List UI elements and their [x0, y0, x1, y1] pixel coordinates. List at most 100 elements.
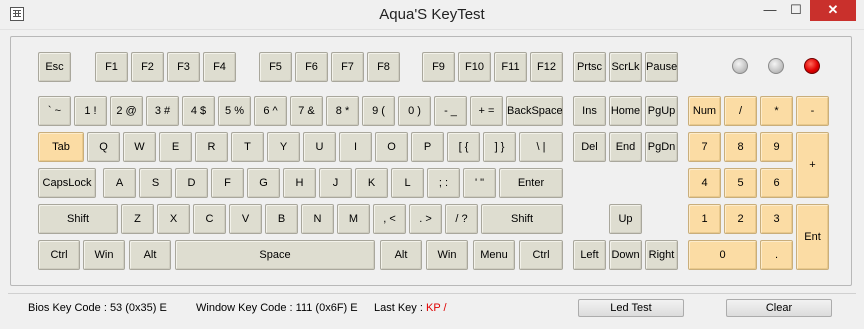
key-right-win[interactable]: Win [426, 240, 468, 270]
key-left-alt[interactable]: Alt [129, 240, 171, 270]
key-left-ctrl[interactable]: Ctrl [38, 240, 80, 270]
key-r[interactable]: R [195, 132, 228, 162]
key-enter[interactable]: Enter [499, 168, 563, 198]
key-tab[interactable]: Tab [38, 132, 84, 162]
key-capslock[interactable]: CapsLock [38, 168, 96, 198]
key-w[interactable]: W [123, 132, 156, 162]
key-prtsc[interactable]: Prtsc [573, 52, 606, 82]
key-o[interactable]: O [375, 132, 408, 162]
maximize-button[interactable]: ☐ [783, 0, 809, 21]
key-comma[interactable]: , < [373, 204, 406, 234]
key-minus[interactable]: - _ [434, 96, 467, 126]
key-l[interactable]: L [391, 168, 424, 198]
key-pgdn[interactable]: PgDn [645, 132, 678, 162]
key-f2[interactable]: F2 [131, 52, 164, 82]
key-rbracket[interactable]: ] } [483, 132, 516, 162]
key-i[interactable]: I [339, 132, 372, 162]
key-num-0[interactable]: 0 [688, 240, 757, 270]
key-m[interactable]: M [337, 204, 370, 234]
key-f[interactable]: F [211, 168, 244, 198]
key-right-alt[interactable]: Alt [380, 240, 422, 270]
key-num-add[interactable]: + [796, 132, 829, 198]
key-num-enter[interactable]: Ent [796, 204, 829, 270]
key-g[interactable]: G [247, 168, 280, 198]
key-end[interactable]: End [609, 132, 642, 162]
key-k[interactable]: K [355, 168, 388, 198]
key-equal[interactable]: + = [470, 96, 503, 126]
key-slash[interactable]: / ? [445, 204, 478, 234]
key-x[interactable]: X [157, 204, 190, 234]
key-2[interactable]: 2 @ [110, 96, 143, 126]
key-6[interactable]: 6 ^ [254, 96, 287, 126]
key-h[interactable]: H [283, 168, 316, 198]
key-home[interactable]: Home [609, 96, 642, 126]
key-left-win[interactable]: Win [83, 240, 125, 270]
key-space[interactable]: Space [175, 240, 375, 270]
key-up[interactable]: Up [609, 204, 642, 234]
key-ins[interactable]: Ins [573, 96, 606, 126]
key-f9[interactable]: F9 [422, 52, 455, 82]
key-num-3[interactable]: 3 [760, 204, 793, 234]
key-lbracket[interactable]: [ { [447, 132, 480, 162]
key-y[interactable]: Y [267, 132, 300, 162]
key-right-shift[interactable]: Shift [481, 204, 563, 234]
clear-button[interactable]: Clear [726, 299, 832, 317]
key-backslash[interactable]: \ | [519, 132, 563, 162]
key-left-shift[interactable]: Shift [38, 204, 118, 234]
key-t[interactable]: T [231, 132, 264, 162]
key-u[interactable]: U [303, 132, 336, 162]
key-pause[interactable]: Pause [645, 52, 678, 82]
key-f5[interactable]: F5 [259, 52, 292, 82]
key-e[interactable]: E [159, 132, 192, 162]
key-5[interactable]: 5 % [218, 96, 251, 126]
key-down[interactable]: Down [609, 240, 642, 270]
key-num-9[interactable]: 9 [760, 132, 793, 162]
key-num-7[interactable]: 7 [688, 132, 721, 162]
key-9[interactable]: 9 ( [362, 96, 395, 126]
key-esc[interactable]: Esc [38, 52, 71, 82]
key-f6[interactable]: F6 [295, 52, 328, 82]
key-period[interactable]: . > [409, 204, 442, 234]
key-4[interactable]: 4 $ [182, 96, 215, 126]
key-num-multiply[interactable]: * [760, 96, 793, 126]
key-s[interactable]: S [139, 168, 172, 198]
key-f1[interactable]: F1 [95, 52, 128, 82]
key-f7[interactable]: F7 [331, 52, 364, 82]
key-f12[interactable]: F12 [530, 52, 563, 82]
key-8[interactable]: 8 * [326, 96, 359, 126]
key-f4[interactable]: F4 [203, 52, 236, 82]
key-num-1[interactable]: 1 [688, 204, 721, 234]
key-q[interactable]: Q [87, 132, 120, 162]
minimize-button[interactable]: — [757, 0, 783, 21]
led-test-button[interactable]: Led Test [578, 299, 684, 317]
key-z[interactable]: Z [121, 204, 154, 234]
key-backtick[interactable]: ` ~ [38, 96, 71, 126]
key-semicolon[interactable]: ; : [427, 168, 460, 198]
key-num-subtract[interactable]: - [796, 96, 829, 126]
key-num-decimal[interactable]: . [760, 240, 793, 270]
key-scrlk[interactable]: ScrLk [609, 52, 642, 82]
key-del[interactable]: Del [573, 132, 606, 162]
key-pgup[interactable]: PgUp [645, 96, 678, 126]
key-3[interactable]: 3 # [146, 96, 179, 126]
key-j[interactable]: J [319, 168, 352, 198]
key-p[interactable]: P [411, 132, 444, 162]
key-num-2[interactable]: 2 [724, 204, 757, 234]
key-a[interactable]: A [103, 168, 136, 198]
key-7[interactable]: 7 & [290, 96, 323, 126]
key-numlock[interactable]: Num [688, 96, 721, 126]
key-left[interactable]: Left [573, 240, 606, 270]
key-num-divide[interactable]: / [724, 96, 757, 126]
close-button[interactable]: ✕ [810, 0, 856, 21]
key-num-8[interactable]: 8 [724, 132, 757, 162]
key-right-ctrl[interactable]: Ctrl [519, 240, 563, 270]
key-1[interactable]: 1 ! [74, 96, 107, 126]
key-num-6[interactable]: 6 [760, 168, 793, 198]
key-quote[interactable]: ' " [463, 168, 496, 198]
key-v[interactable]: V [229, 204, 262, 234]
key-backspace[interactable]: BackSpace [506, 96, 563, 126]
key-right[interactable]: Right [645, 240, 678, 270]
key-c[interactable]: C [193, 204, 226, 234]
key-f10[interactable]: F10 [458, 52, 491, 82]
key-n[interactable]: N [301, 204, 334, 234]
